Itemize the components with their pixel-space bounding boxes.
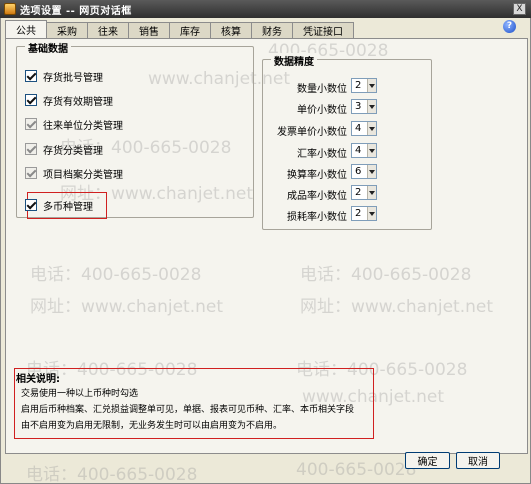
option-label: 往来单位分类管理 bbox=[43, 120, 123, 132]
checkbox-expiry-management[interactable] bbox=[25, 94, 37, 106]
watermark-phone-2: 电话：400-665-0028 bbox=[30, 265, 202, 285]
precision-label: 汇率小数位 bbox=[297, 149, 347, 160]
option-project-classification: 项目档案分类管理 bbox=[25, 166, 123, 181]
chevron-down-icon[interactable] bbox=[367, 165, 376, 178]
option-label: 存货批号管理 bbox=[43, 72, 103, 84]
window-title: 选项设置 -- 网页对话框 bbox=[20, 5, 132, 17]
checkbox-partner-classification bbox=[25, 118, 37, 130]
tab-inventory[interactable]: 库存 bbox=[169, 22, 211, 38]
yield-rate-decimals-select[interactable]: 2 bbox=[351, 185, 377, 200]
tab-purchase[interactable]: 采购 bbox=[46, 22, 88, 38]
description-line-1: 交易使用一种以上币种时勾选 bbox=[21, 389, 139, 399]
precision-row-unit-price: 单价小数位 3 bbox=[263, 99, 433, 116]
tab-public[interactable]: 公共 bbox=[5, 20, 47, 38]
option-partner-classification: 往来单位分类管理 bbox=[25, 117, 123, 132]
option-label: 多币种管理 bbox=[43, 201, 93, 213]
tab-strip: 公共 采购 往来 销售 库存 核算 财务 凭证接口 bbox=[5, 20, 354, 38]
description-line-3: 由不启用变为启用无限制，无业务发生时可以由启用变为不启用。 bbox=[21, 421, 283, 431]
basic-data-group: 基础数据 存货批号管理 存货有效期管理 往来单位分类管理 存货分类管理 项目档案… bbox=[16, 40, 254, 219]
loss-rate-decimals-select[interactable]: 2 bbox=[351, 206, 377, 221]
precision-label: 成品率小数位 bbox=[287, 191, 347, 202]
watermark-site-2: 网址：www.chanjet.net bbox=[30, 297, 224, 317]
tab-voucher-interface[interactable]: 凭证接口 bbox=[292, 22, 354, 38]
option-inventory-classification: 存货分类管理 bbox=[25, 142, 103, 157]
option-label: 存货有效期管理 bbox=[43, 96, 113, 108]
cancel-button[interactable]: 取消 bbox=[456, 452, 500, 469]
checkbox-project-classification bbox=[25, 167, 37, 179]
option-label: 项目档案分类管理 bbox=[43, 169, 123, 181]
watermark-phone-6: 电话：400-665-0028 bbox=[26, 465, 198, 484]
select-value: 2 bbox=[355, 80, 362, 91]
chevron-down-icon[interactable] bbox=[367, 122, 376, 135]
data-precision-group: 数据精度 数量小数位 2 单价小数位 3 发票单价小数位 4 汇率小数位 4 换… bbox=[262, 53, 433, 230]
description-box: 相关说明: 交易使用一种以上币种时勾选 启用后币种档案、汇兑损益调整单可见，单据… bbox=[14, 368, 374, 439]
chevron-down-icon[interactable] bbox=[367, 144, 376, 157]
checkbox-inventory-classification bbox=[25, 143, 37, 155]
select-value: 2 bbox=[355, 208, 362, 219]
description-title: 相关说明: bbox=[16, 374, 60, 385]
option-expiry-management[interactable]: 存货有效期管理 bbox=[25, 93, 113, 108]
watermark-phone-7: 400-665-0028 bbox=[296, 460, 417, 480]
chevron-down-icon[interactable] bbox=[367, 100, 376, 113]
watermark-site-3: 网址：www.chanjet.net bbox=[300, 297, 494, 317]
basic-data-title: 基础数据 bbox=[25, 40, 71, 55]
tab-panel-public: 400-665-0028 www.chanjet.net 电话：400-665-… bbox=[5, 38, 528, 484]
option-batch-management[interactable]: 存货批号管理 bbox=[25, 69, 103, 84]
chevron-down-icon[interactable] bbox=[367, 186, 376, 199]
tab-finance[interactable]: 财务 bbox=[251, 22, 293, 38]
tab-sales[interactable]: 销售 bbox=[128, 22, 170, 38]
checkbox-multi-currency[interactable] bbox=[25, 199, 37, 211]
tab-costing[interactable]: 核算 bbox=[210, 22, 252, 38]
title-bar[interactable]: 选项设置 -- 网页对话框 X bbox=[0, 0, 531, 18]
precision-row-conversion-rate: 换算率小数位 6 bbox=[263, 164, 433, 181]
option-multi-currency[interactable]: 多币种管理 bbox=[25, 198, 93, 213]
exchange-rate-decimals-select[interactable]: 4 bbox=[351, 143, 377, 158]
select-value: 2 bbox=[355, 187, 362, 198]
app-icon bbox=[4, 3, 16, 15]
precision-label: 损耗率小数位 bbox=[287, 212, 347, 223]
checkbox-batch-management[interactable] bbox=[25, 70, 37, 82]
precision-row-exchange-rate: 汇率小数位 4 bbox=[263, 143, 433, 160]
select-value: 3 bbox=[355, 101, 362, 112]
precision-label: 换算率小数位 bbox=[287, 170, 347, 181]
close-button[interactable]: X bbox=[513, 3, 526, 15]
unit-price-decimals-select[interactable]: 3 bbox=[351, 99, 377, 114]
precision-label: 发票单价小数位 bbox=[277, 127, 347, 138]
option-label: 存货分类管理 bbox=[43, 145, 103, 157]
chevron-down-icon[interactable] bbox=[367, 207, 376, 220]
chevron-down-icon[interactable] bbox=[367, 79, 376, 92]
invoice-price-decimals-select[interactable]: 4 bbox=[351, 121, 377, 136]
data-precision-title: 数据精度 bbox=[271, 53, 317, 68]
precision-label: 数量小数位 bbox=[297, 84, 347, 95]
select-value: 4 bbox=[355, 145, 362, 156]
tab-accounts[interactable]: 往来 bbox=[87, 22, 129, 38]
precision-row-quantity: 数量小数位 2 bbox=[263, 78, 433, 95]
precision-row-loss-rate: 损耗率小数位 2 bbox=[263, 206, 433, 223]
help-icon[interactable]: ? bbox=[503, 20, 516, 33]
ok-button[interactable]: 确定 bbox=[405, 452, 450, 469]
description-line-2: 启用后币种档案、汇兑损益调整单可见，单据、报表可见币种、汇率、本币相关字段 bbox=[21, 405, 355, 415]
watermark-phone-3: 电话：400-665-0028 bbox=[300, 265, 472, 285]
dialog-body: 公共 采购 往来 销售 库存 核算 财务 凭证接口 ? 400-665-0028… bbox=[0, 18, 531, 484]
select-value: 6 bbox=[355, 166, 362, 177]
precision-label: 单价小数位 bbox=[297, 105, 347, 116]
precision-row-invoice-price: 发票单价小数位 4 bbox=[263, 121, 433, 138]
quantity-decimals-select[interactable]: 2 bbox=[351, 78, 377, 93]
conversion-rate-decimals-select[interactable]: 6 bbox=[351, 164, 377, 179]
precision-row-yield-rate: 成品率小数位 2 bbox=[263, 185, 433, 202]
select-value: 4 bbox=[355, 123, 362, 134]
